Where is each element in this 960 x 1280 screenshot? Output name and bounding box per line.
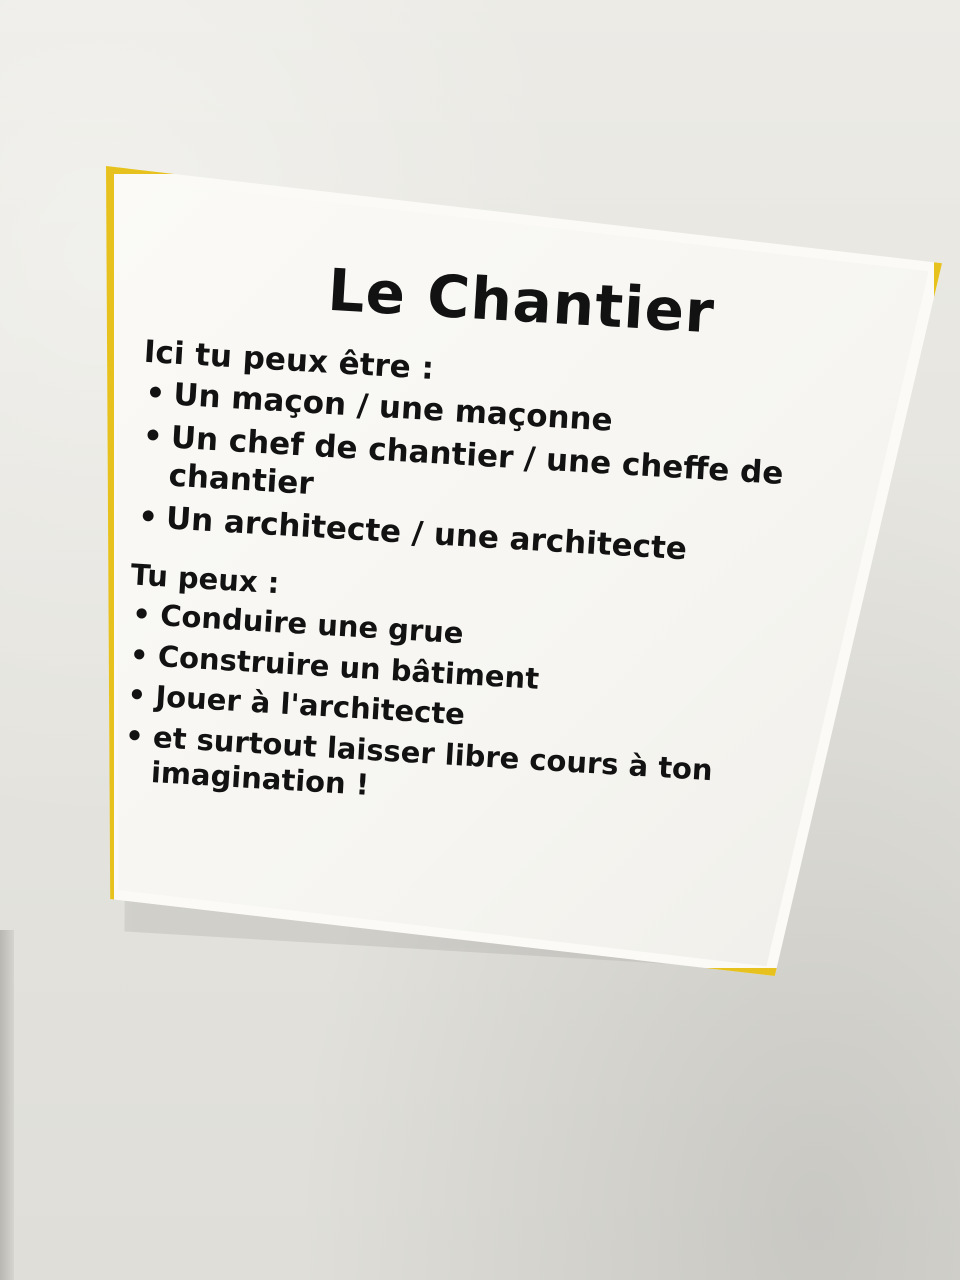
door-frame-edge [0,930,14,1280]
roles-list: Un maçon / une maçonne Un chef de chanti… [133,375,791,574]
activities-list: Conduire une grue Construire un bâtiment… [118,596,778,826]
section-roles: Ici tu peux être : Un maçon / une maçonn… [133,334,794,574]
section-activities: Tu peux : Conduire une grue Construire u… [118,557,781,826]
sign-text: Le Chantier Ici tu peux être : Un maçon … [117,250,799,848]
